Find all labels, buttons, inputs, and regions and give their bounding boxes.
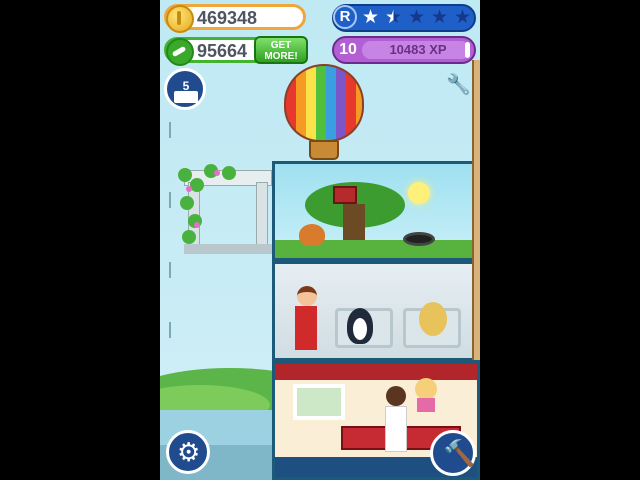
rating-badge: R [333,5,357,29]
book-icon [174,91,198,103]
get-more-label: GET MORE! [264,40,298,62]
quest-count: 5 [179,79,193,93]
flower [214,170,220,176]
tower-side-wall [472,60,480,360]
hot-air-balloon[interactable] [284,64,364,142]
character-body [295,306,317,350]
star-icon: ★ [431,7,449,28]
vine-leaf [190,178,204,192]
birdhouse [333,186,357,204]
bone-icon [166,38,194,66]
level-number: 10 [339,41,357,58]
habitat-tree-room[interactable] [272,161,480,261]
star-icon: ★ [362,7,380,28]
character-head [297,286,317,306]
squirrel-pet[interactable] [299,224,325,246]
balloon-basket[interactable] [309,140,339,160]
level-panel: 10 10483 XP [332,36,476,64]
settings-button[interactable]: ⚙ [166,430,210,474]
star-icon: ★ [385,7,403,28]
arbor-base [184,244,272,254]
star-icon: ★ [454,7,472,28]
vine-leaf [182,230,196,244]
character-body [385,406,407,452]
quest-book-button[interactable]: 5 [164,68,206,110]
wrench-icon[interactable]: 🔧 [446,72,471,96]
get-more-button[interactable]: GET MORE! [254,36,308,64]
vine-leaf [222,166,236,180]
sun [408,182,430,204]
lobby-awning [275,364,477,380]
flower [194,222,200,228]
coins-value: 469348 [197,8,258,28]
puppy-pet[interactable] [419,302,447,336]
star-icon: ★ [408,7,426,28]
guide-dash [169,322,171,338]
penguin-pet[interactable] [347,308,373,344]
bones-counter: 95664 [164,37,268,66]
character-body [417,398,435,412]
flower [186,186,192,192]
bones-value: 95664 [197,41,248,61]
coins-counter: 469348 [164,4,306,33]
xp-value: 10483 XP [389,42,447,57]
guide-dash [169,122,171,138]
vine-leaf [180,196,194,210]
lobby-window [293,384,345,420]
arbor-pillar [256,182,268,250]
coin-icon [166,5,194,33]
character-head [386,386,406,406]
guide-dash [169,262,171,278]
gear-icon: ⚙ [177,437,201,467]
rating-panel: R ★ ★ ★ ★ ★ [332,4,476,32]
guide-dash [169,192,171,208]
grooming-room[interactable] [272,261,480,361]
game-view[interactable]: 469348 95664 GET MORE! R ★ ★ ★ ★ ★ 10 104… [160,0,480,480]
vine-leaf [178,168,192,182]
character-head [415,378,437,400]
vet-character[interactable] [383,386,409,456]
groomer-character[interactable] [293,286,319,350]
tire-swing [403,232,435,246]
hammer-icon: 🔨 [443,438,476,468]
build-button[interactable]: 🔨 [430,430,476,476]
xp-bar: 10483 XP [362,41,470,59]
receptionist-character[interactable] [413,378,439,412]
